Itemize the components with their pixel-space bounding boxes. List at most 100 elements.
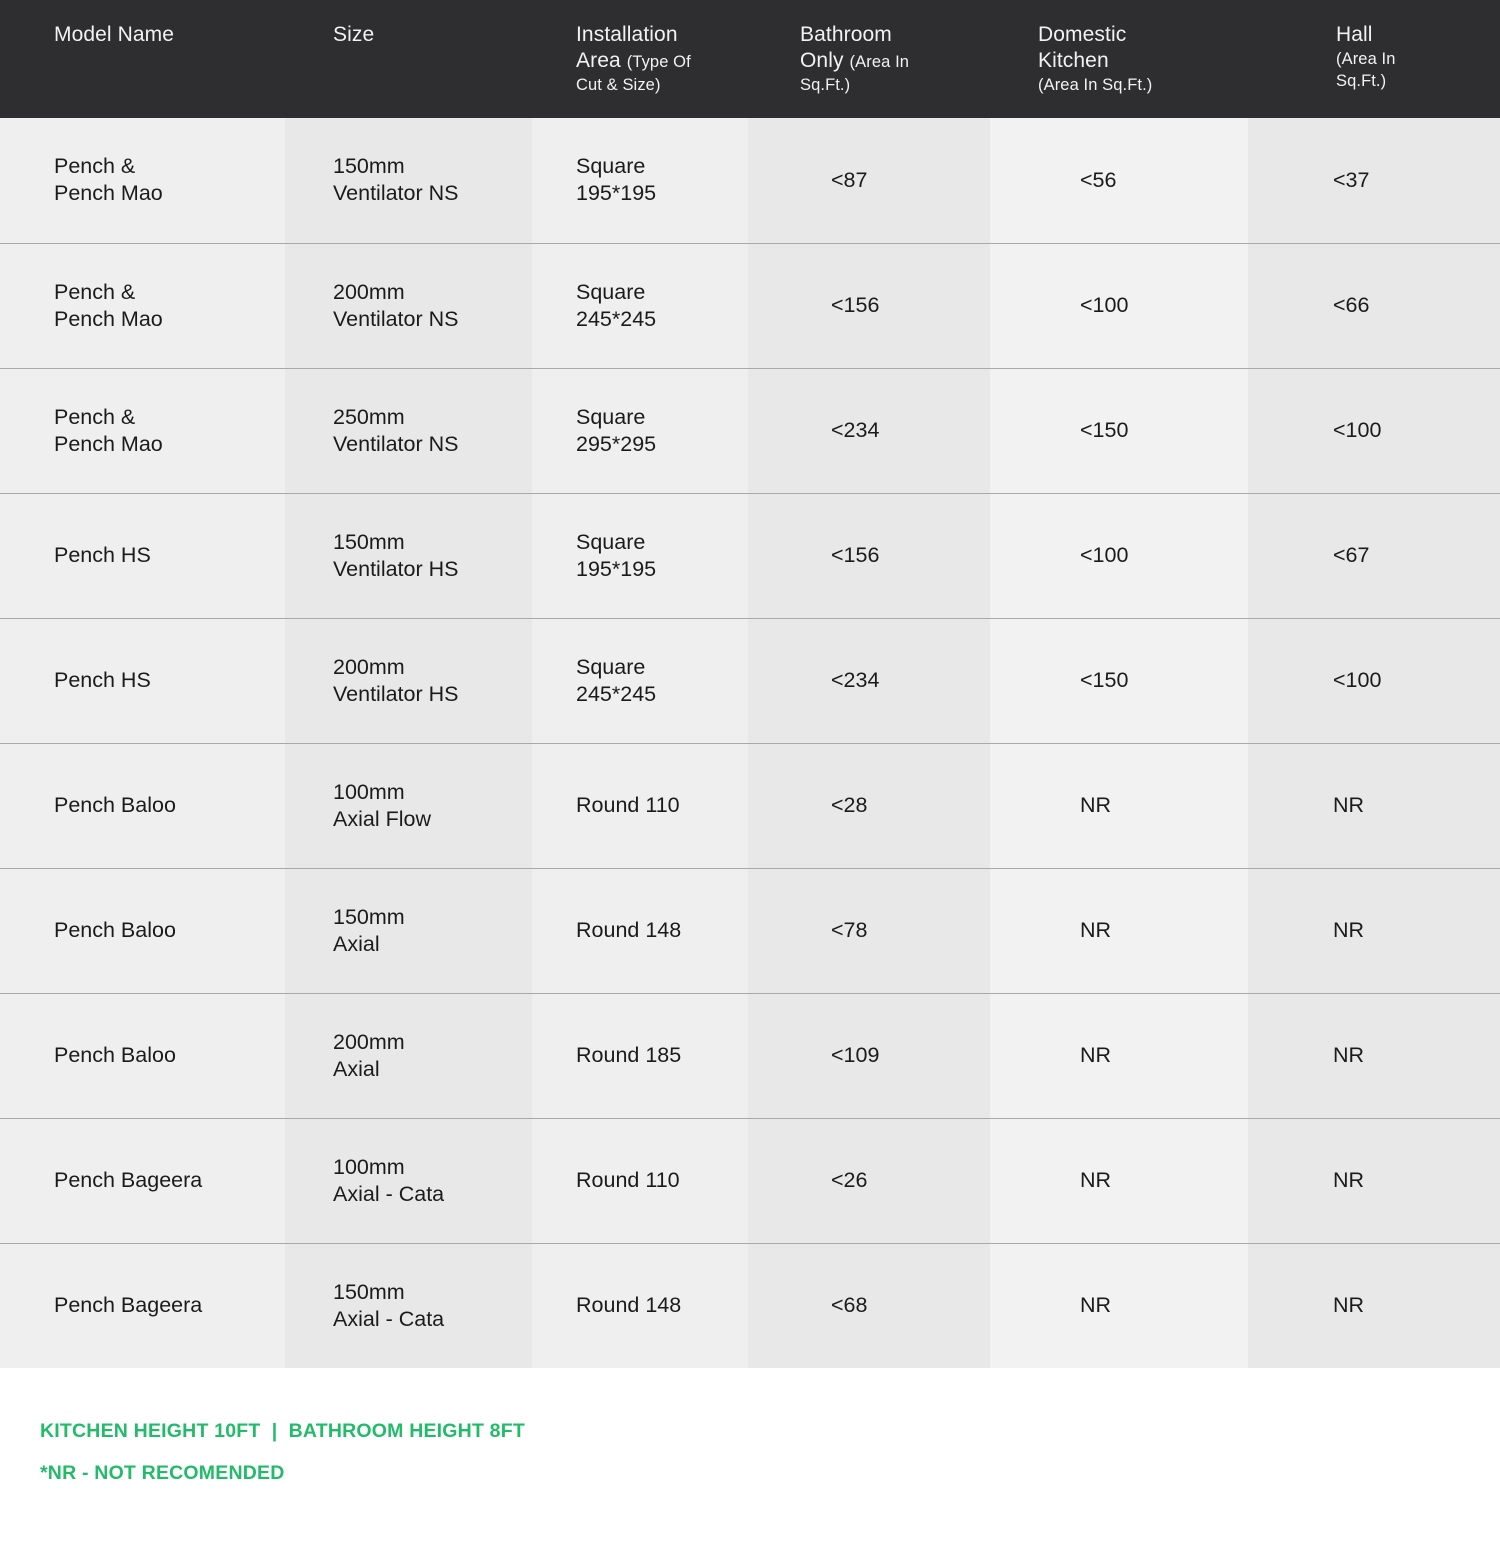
cell-bathroom-only: <234 [748,368,990,493]
cell-line-1: Pench & [54,404,136,429]
cell-line-1: <100 [1080,543,1129,567]
header-title-line2: Kitchen [1038,49,1109,72]
cell-line-1: <78 [831,918,868,942]
table-row: Pench Bageera 150mm Axial - Cata Round 148 <… [0,1243,1500,1368]
header-title-word: Only [800,49,844,72]
cell-line-1: NR [1333,1168,1365,1192]
cell-line-1: Pench Bageera [54,1168,203,1192]
cell-line-2: Pench Mao [54,181,163,206]
cell-line-2: Axial Flow [333,806,431,831]
cell-line-1: Pench Baloo [54,793,176,817]
cell-line-2: Ventilator NS [333,181,459,206]
cell-installation-area: Round 148 [532,868,748,993]
column-header-model-name: Model Name [0,0,285,118]
cell-line-1: Pench Baloo [54,918,176,942]
cell-bathroom-only: <109 [748,993,990,1118]
cell-size: 150mm Ventilator HS [285,493,532,618]
cell-line-2: Pench Mao [54,431,163,456]
cell-line-1: NR [1080,793,1112,817]
cell-installation-area: Round 110 [532,743,748,868]
cell-bathroom-only: <234 [748,618,990,743]
cell-size: 150mm Axial - Cata [285,1243,532,1368]
header-subtitle-line2: Cut & Size) [576,76,661,94]
cell-line-1: <87 [831,167,868,192]
table-header: Model Name Size Installation Area (Type … [0,0,1500,118]
column-header-size: Size [285,0,532,118]
cell-line-1: <100 [1080,293,1129,317]
cell-domestic-kitchen: NR [990,1243,1248,1368]
cell-line-1: Round 148 [576,1293,682,1318]
table-row: Pench Baloo 200mm Axial Round 185 <109 NR NR [0,993,1500,1118]
cell-model-name: Pench Baloo [0,868,285,993]
cell-hall: NR [1248,868,1500,993]
cell-line-2: Axial [333,1056,380,1081]
cell-domestic-kitchen: NR [990,868,1248,993]
header-title: Hall [1336,23,1373,46]
cell-line-1: Square [576,404,646,429]
header-title-line2: Area (Type Of [576,48,734,74]
cell-line-1: NR [1080,1043,1112,1067]
cell-line-1: Pench HS [54,668,151,692]
cell-line-1: 200mm [333,1029,405,1054]
cell-line-1: NR [1333,793,1365,817]
header-title: Domestic [1038,23,1127,46]
cell-line-1: <37 [1333,167,1370,192]
cell-line-1: 100mm [333,779,405,804]
cell-line-1: NR [1333,918,1365,942]
cell-line-1: <156 [831,543,880,567]
cell-line-1: Square [576,529,646,554]
header-subtitle-line2: Sq.Ft.) [1336,72,1387,90]
header-title-line2: Only (Area In [800,48,976,74]
cell-line-1: Pench Baloo [54,1043,176,1067]
cell-model-name: Pench HS [0,618,285,743]
cell-installation-area: Square 195*195 [532,118,748,243]
cell-model-name: Pench Baloo [0,993,285,1118]
cell-line-1: <100 [1333,668,1382,692]
specification-table: Model Name Size Installation Area (Type … [0,0,1500,1368]
cell-hall: NR [1248,993,1500,1118]
cell-model-name: Pench HS [0,493,285,618]
header-subtitle: (Area In [849,53,910,71]
cell-installation-area: Square 245*245 [532,618,748,743]
cell-line-1: <68 [831,1293,868,1318]
column-header-domestic-kitchen: Domestic Kitchen (Area In Sq.Ft.) [990,0,1248,118]
cell-bathroom-only: <26 [748,1118,990,1243]
cell-line-2: Ventilator HS [333,681,459,706]
cell-line-1: <66 [1333,293,1370,317]
cell-line-2: 195*195 [576,556,657,581]
note-nr-legend: *NR - NOT RECOMENDED [40,1462,285,1484]
cell-line-2: 245*245 [576,306,657,331]
cell-domestic-kitchen: <150 [990,368,1248,493]
cell-hall: <100 [1248,368,1500,493]
cell-model-name: Pench & Pench Mao [0,243,285,368]
cell-line-2: Axial - Cata [333,1181,445,1206]
cell-line-1: Square [576,654,646,679]
cell-line-1: 150mm [333,154,405,179]
cell-line-1: Square [576,279,646,304]
cell-bathroom-only: <78 [748,868,990,993]
cell-model-name: Pench Baloo [0,743,285,868]
cell-domestic-kitchen: <150 [990,618,1248,743]
cell-line-1: 150mm [333,904,405,929]
cell-line-1: <26 [831,1168,868,1192]
cell-size: 200mm Ventilator NS [285,243,532,368]
cell-bathroom-only: <156 [748,243,990,368]
header-subtitle: (Area In [1336,50,1396,68]
cell-size: 200mm Axial [285,993,532,1118]
cell-bathroom-only: <156 [748,493,990,618]
cell-bathroom-only: <68 [748,1243,990,1368]
table-row: Pench Baloo 100mm Axial Flow Round 110 <28 NR… [0,743,1500,868]
cell-line-2: Ventilator NS [333,431,459,456]
cell-line-1: Pench & [54,154,136,179]
header-title: Installation [576,23,678,46]
cell-installation-area: Square 245*245 [532,243,748,368]
cell-hall: <37 [1248,118,1500,243]
cell-line-1: NR [1333,1293,1365,1318]
cell-line-1: Pench Bageera [54,1293,203,1318]
cell-bathroom-only: <28 [748,743,990,868]
cell-installation-area: Square 195*195 [532,493,748,618]
cell-hall: NR [1248,1118,1500,1243]
cell-model-name: Pench & Pench Mao [0,118,285,243]
column-header-bathroom-only: Bathroom Only (Area In Sq.Ft.) [748,0,990,118]
cell-line-1: NR [1080,1293,1112,1318]
